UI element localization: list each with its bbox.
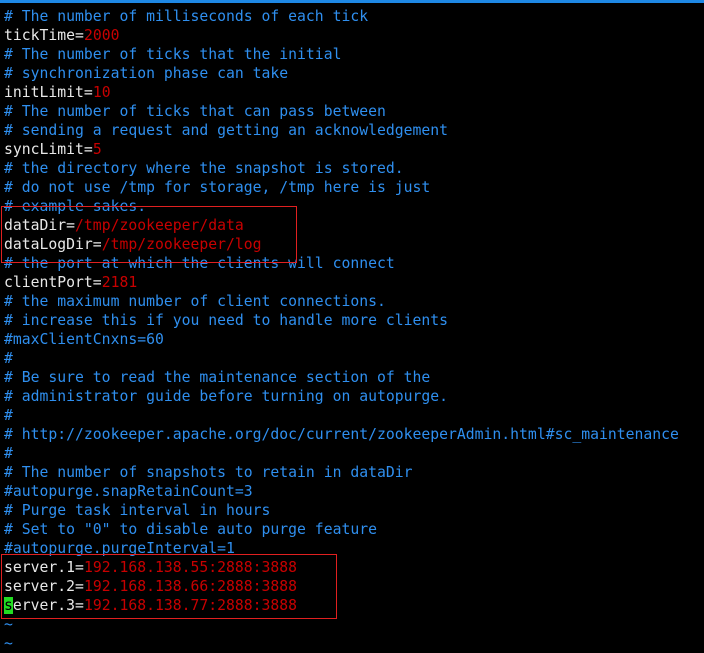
comment-line: # The number of snapshots to retain in d… bbox=[4, 463, 679, 482]
comment-line: # The number of milliseconds of each tic… bbox=[4, 7, 679, 26]
config-value: 10 bbox=[92, 84, 111, 101]
comment-line: # synchronization phase can take bbox=[4, 64, 679, 83]
comment-text: # bbox=[4, 407, 13, 424]
comment-line: # sending a request and getting an ackno… bbox=[4, 121, 679, 140]
comment-text: # the directory where the snapshot is st… bbox=[4, 160, 404, 177]
config-value: 5 bbox=[92, 141, 102, 158]
comment-text: # increase this if you need to handle mo… bbox=[4, 312, 449, 329]
comment-line: # The number of ticks that can pass betw… bbox=[4, 102, 679, 121]
comment-text: # The number of milliseconds of each tic… bbox=[4, 8, 369, 25]
comment-text: # The number of snapshots to retain in d… bbox=[4, 464, 413, 481]
config-value: 2181 bbox=[101, 274, 138, 291]
comment-text: # do not use /tmp for storage, /tmp here… bbox=[4, 179, 431, 196]
comment-text: # Be sure to read the maintenance sectio… bbox=[4, 369, 431, 386]
comment-line: # the directory where the snapshot is st… bbox=[4, 159, 679, 178]
comment-text: # the maximum number of client connectio… bbox=[4, 293, 386, 310]
tilde-marker: ~ bbox=[4, 635, 13, 652]
comment-text: # bbox=[4, 350, 13, 367]
comment-line: # bbox=[4, 349, 679, 368]
config-key: syncLimit= bbox=[4, 141, 93, 158]
comment-line: # Be sure to read the maintenance sectio… bbox=[4, 368, 679, 387]
comment-line: #maxClientCnxns=60 bbox=[4, 330, 679, 349]
comment-line: # increase this if you need to handle mo… bbox=[4, 311, 679, 330]
comment-text: # administrator guide before turning on … bbox=[4, 388, 449, 405]
comment-text: # Purge task interval in hours bbox=[4, 502, 271, 519]
comment-line: # administrator guide before turning on … bbox=[4, 387, 679, 406]
comment-line: # the maximum number of client connectio… bbox=[4, 292, 679, 311]
config-line: tickTime=2000 bbox=[4, 26, 679, 45]
comment-line: # bbox=[4, 406, 679, 425]
config-line: syncLimit=5 bbox=[4, 140, 679, 159]
config-line: initLimit=10 bbox=[4, 83, 679, 102]
comment-text: # The number of ticks that can pass betw… bbox=[4, 103, 386, 120]
comment-text: # The number of ticks that the initial bbox=[4, 46, 342, 63]
comment-line: #autopurge.snapRetainCount=3 bbox=[4, 482, 679, 501]
comment-line: # Set to "0" to disable auto purge featu… bbox=[4, 520, 679, 539]
window-top-bar bbox=[0, 0, 704, 3]
highlight-box-servers bbox=[1, 554, 337, 619]
comment-text: # synchronization phase can take bbox=[4, 65, 289, 82]
comment-text: # sending a request and getting an ackno… bbox=[4, 122, 449, 139]
config-line: clientPort=2181 bbox=[4, 273, 679, 292]
comment-line: # do not use /tmp for storage, /tmp here… bbox=[4, 178, 679, 197]
comment-line: # bbox=[4, 444, 679, 463]
comment-line: # Purge task interval in hours bbox=[4, 501, 679, 520]
comment-text: # Set to "0" to disable auto purge featu… bbox=[4, 521, 377, 538]
comment-line: # The number of ticks that the initial bbox=[4, 45, 679, 64]
highlight-box-data-dirs bbox=[1, 206, 297, 263]
config-key: tickTime= bbox=[4, 27, 84, 44]
comment-line: # http://zookeeper.apache.org/doc/curren… bbox=[4, 425, 679, 444]
comment-text: #autopurge.snapRetainCount=3 bbox=[4, 483, 253, 500]
config-key: initLimit= bbox=[4, 84, 93, 101]
config-value: 2000 bbox=[83, 27, 120, 44]
comment-text: # bbox=[4, 445, 13, 462]
config-key: clientPort= bbox=[4, 274, 102, 291]
empty-line-marker: ~ bbox=[4, 634, 679, 653]
comment-text: # http://zookeeper.apache.org/doc/curren… bbox=[4, 426, 679, 443]
comment-text: #maxClientCnxns=60 bbox=[4, 331, 164, 348]
